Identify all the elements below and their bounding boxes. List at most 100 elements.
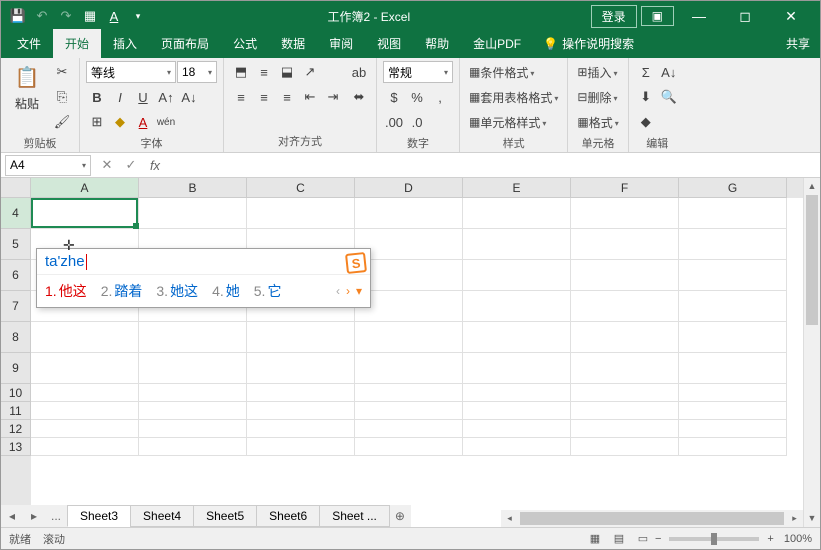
- clear-icon[interactable]: ◆: [635, 111, 657, 133]
- tab-pdf[interactable]: 金山PDF: [461, 29, 533, 58]
- table-icon[interactable]: ▦: [79, 5, 101, 27]
- phonetic-icon[interactable]: wén: [155, 111, 177, 133]
- ime-cand-2[interactable]: 2.踏着: [101, 281, 143, 301]
- cut-icon[interactable]: ✂: [51, 61, 73, 83]
- col-header-F[interactable]: F: [571, 178, 679, 198]
- tab-data[interactable]: 数据: [269, 29, 317, 58]
- select-all-corner[interactable]: [1, 178, 31, 198]
- tab-home[interactable]: 开始: [53, 29, 101, 58]
- scroll-down-icon[interactable]: ▼: [804, 510, 820, 527]
- row-header-11[interactable]: 11: [1, 402, 31, 420]
- row-header-7[interactable]: 7: [1, 291, 31, 322]
- sheet-tab-4[interactable]: Sheet6: [256, 505, 320, 527]
- autosum-icon[interactable]: Σ: [635, 61, 657, 83]
- close-button[interactable]: ✕: [768, 1, 814, 31]
- decrease-decimal-icon[interactable]: .0: [406, 111, 428, 133]
- format-painter-icon[interactable]: 🖌: [51, 111, 73, 133]
- ime-menu-icon[interactable]: ▾: [356, 284, 362, 298]
- name-box[interactable]: A4▾: [5, 155, 91, 176]
- tab-layout[interactable]: 页面布局: [149, 29, 221, 58]
- format-table-button[interactable]: ▦ 套用表格格式: [466, 86, 561, 108]
- fill-icon[interactable]: ⬇: [635, 86, 657, 108]
- orientation-icon[interactable]: ↗: [299, 61, 321, 83]
- scroll-right-icon[interactable]: ▸: [786, 513, 803, 524]
- row-header-6[interactable]: 6: [1, 260, 31, 291]
- cell-styles-button[interactable]: ▦ 单元格样式: [466, 111, 561, 133]
- scroll-up-icon[interactable]: ▲: [804, 178, 820, 195]
- number-format-select[interactable]: 常规▾: [383, 61, 453, 83]
- tab-view[interactable]: 视图: [365, 29, 413, 58]
- italic-button[interactable]: I: [109, 86, 131, 108]
- horizontal-scrollbar[interactable]: ◂ ▸: [501, 510, 803, 527]
- view-break-icon[interactable]: ▭: [632, 530, 654, 548]
- zoom-value[interactable]: 100%: [784, 533, 812, 545]
- conditional-format-button[interactable]: ▦ 条件格式: [466, 61, 561, 83]
- font-family-select[interactable]: 等线▾: [86, 61, 176, 83]
- row-header-10[interactable]: 10: [1, 384, 31, 402]
- increase-decimal-icon[interactable]: .00: [383, 111, 405, 133]
- ime-cand-1[interactable]: 1.他这: [45, 281, 87, 301]
- row-header-13[interactable]: 13: [1, 438, 31, 456]
- align-left-icon[interactable]: ≡: [230, 86, 252, 108]
- font-color-icon[interactable]: A: [103, 5, 125, 27]
- col-header-E[interactable]: E: [463, 178, 571, 198]
- sheet-nav-more[interactable]: ...: [45, 509, 67, 523]
- cells-area[interactable]: [31, 198, 820, 513]
- find-icon[interactable]: 🔍: [658, 86, 680, 108]
- redo-icon[interactable]: ↷: [55, 5, 77, 27]
- fx-icon[interactable]: fx: [143, 155, 167, 176]
- ime-cand-4[interactable]: 4.她: [212, 281, 240, 301]
- align-center-icon[interactable]: ≡: [253, 86, 275, 108]
- align-middle-icon[interactable]: ≡: [253, 61, 275, 83]
- format-button[interactable]: ▦ 格式: [574, 111, 621, 133]
- row-header-9[interactable]: 9: [1, 353, 31, 384]
- row-header-12[interactable]: 12: [1, 420, 31, 438]
- indent-right-icon[interactable]: ⇥: [322, 86, 344, 108]
- delete-button[interactable]: ⊟ 删除: [574, 86, 621, 108]
- qat-customize-icon[interactable]: ▾: [127, 5, 149, 27]
- font-color-icon[interactable]: A: [132, 111, 154, 133]
- undo-icon[interactable]: ↶: [31, 5, 53, 27]
- ime-next-icon[interactable]: ›: [346, 284, 350, 298]
- tab-review[interactable]: 审阅: [317, 29, 365, 58]
- comma-icon[interactable]: ,: [429, 86, 451, 108]
- wrap-text-icon[interactable]: ab: [348, 61, 370, 83]
- hscroll-thumb[interactable]: [520, 512, 784, 525]
- vertical-scrollbar[interactable]: ▲ ▼: [803, 178, 820, 527]
- align-bottom-icon[interactable]: ⬓: [276, 61, 298, 83]
- sheet-tab-3[interactable]: Sheet5: [193, 505, 257, 527]
- tell-me[interactable]: 💡操作说明搜索: [533, 29, 644, 58]
- col-header-D[interactable]: D: [355, 178, 463, 198]
- ime-cand-3[interactable]: 3.她这: [156, 281, 198, 301]
- align-right-icon[interactable]: ≡: [276, 86, 298, 108]
- tab-file[interactable]: 文件: [5, 29, 53, 58]
- row-header-4[interactable]: 4: [1, 198, 31, 229]
- scroll-left-icon[interactable]: ◂: [501, 513, 518, 524]
- row-header-5[interactable]: 5: [1, 229, 31, 260]
- align-top-icon[interactable]: ⬒: [230, 61, 252, 83]
- sheet-tab-5[interactable]: Sheet ...: [319, 505, 390, 527]
- indent-left-icon[interactable]: ⇤: [299, 86, 321, 108]
- font-size-select[interactable]: 18▾: [177, 61, 217, 83]
- paste-button[interactable]: 📋 粘贴: [7, 61, 47, 112]
- bold-button[interactable]: B: [86, 86, 108, 108]
- increase-font-icon[interactable]: A↑: [155, 86, 177, 108]
- login-button[interactable]: 登录: [591, 5, 637, 28]
- sheet-tab-2[interactable]: Sheet4: [130, 505, 194, 527]
- currency-icon[interactable]: $: [383, 86, 405, 108]
- decrease-font-icon[interactable]: A↓: [178, 86, 200, 108]
- tab-help[interactable]: 帮助: [413, 29, 461, 58]
- underline-button[interactable]: U: [132, 86, 154, 108]
- zoom-out-icon[interactable]: −: [655, 533, 661, 545]
- fill-color-icon[interactable]: ◆: [109, 111, 131, 133]
- ribbon-display-button[interactable]: ▣: [641, 6, 674, 26]
- col-header-C[interactable]: C: [247, 178, 355, 198]
- col-header-G[interactable]: G: [679, 178, 787, 198]
- zoom-in-icon[interactable]: +: [767, 533, 773, 545]
- enter-formula-icon[interactable]: ✓: [119, 155, 143, 176]
- col-header-A[interactable]: A: [31, 178, 139, 198]
- tab-formulas[interactable]: 公式: [221, 29, 269, 58]
- copy-icon[interactable]: ⎘: [51, 86, 73, 108]
- zoom-slider[interactable]: [669, 537, 759, 541]
- view-normal-icon[interactable]: ▦: [584, 530, 606, 548]
